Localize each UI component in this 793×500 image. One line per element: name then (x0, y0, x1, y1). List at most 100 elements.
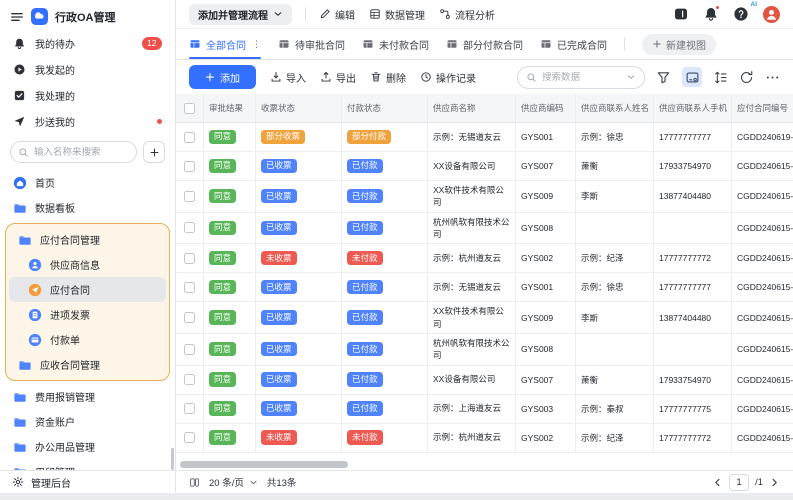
view-tab[interactable]: 部分付款合同 (446, 29, 523, 59)
sidebar-nav-item[interactable]: 应付合同 (9, 277, 166, 302)
prev-page-icon[interactable] (712, 477, 723, 488)
topbar-action-edit[interactable]: 编辑 (319, 7, 355, 22)
table-row[interactable]: 同意未收票未付款示例：杭州道友云GYS002示例：纪泽17777777772CG… (176, 244, 793, 273)
row-checkbox[interactable] (184, 432, 195, 443)
sidebar-search-box[interactable] (10, 141, 137, 163)
toolbar-action-log[interactable]: 操作记录 (420, 70, 476, 85)
sidebar-nav-item[interactable]: 办公用品管理 (0, 434, 175, 459)
phone-value: 13877404480 (659, 191, 711, 201)
row-checkbox[interactable] (184, 374, 195, 385)
sidebar-nav-item[interactable]: 应付合同管理 (9, 227, 166, 252)
toolbar-action-delete[interactable]: 删除 (370, 70, 406, 85)
sidebar-search-input[interactable] (34, 147, 129, 158)
next-page-icon[interactable] (769, 477, 780, 488)
sidebar-nav-item[interactable]: 资金账户 (0, 409, 175, 434)
chevron-down-icon[interactable] (626, 72, 636, 82)
sidebar-nav-item[interactable]: 供应商信息 (9, 252, 166, 277)
supplier-value: XX软件技术有限公司 (433, 184, 510, 209)
folder-icon (13, 390, 27, 404)
approval-status-tag: 同意 (209, 159, 236, 173)
column-header: 供应商编码 (516, 94, 576, 123)
table-row[interactable]: 同意已收票已付款XX软件技术有限公司GYS009李斯13877404480CGD… (176, 181, 793, 213)
current-page-box[interactable]: 1 (729, 474, 749, 491)
toolbar-action-label: 操作记录 (436, 70, 476, 85)
payment-status-cell: 已付款 (342, 181, 428, 213)
select-all-checkbox[interactable] (184, 103, 195, 114)
new-view-button[interactable]: 新建视图 (642, 34, 716, 55)
phone-value: 17777777775 (659, 404, 711, 414)
sidebar-nav-item[interactable]: 数据看板 (0, 195, 175, 220)
sidebar-nav-item[interactable]: 费用报销管理 (0, 384, 175, 409)
table-row[interactable]: 同意部分收票部分付款示例：无锡道友云GYS001示例：徐忠17777777777… (176, 123, 793, 152)
view-tab[interactable]: 未付款合同 (362, 29, 429, 59)
toolbar-action-import[interactable]: 导入 (270, 70, 306, 85)
invoice-status-tag: 已收票 (261, 280, 297, 294)
toolbar-action-export[interactable]: 导出 (320, 70, 356, 85)
sidebar-nav-item[interactable]: 付款单 (9, 327, 166, 352)
row-height-icon[interactable] (713, 70, 728, 85)
contact-value: 萧衡 (581, 160, 598, 172)
view-tab[interactable]: 全部合同⋮ (189, 29, 261, 59)
row-checkbox[interactable] (184, 312, 195, 323)
sidebar-nav-item[interactable]: 用印管理 (0, 459, 175, 470)
pager-controls: 1 /1 (712, 474, 780, 491)
contact-cell: 李斯 (576, 181, 654, 213)
hamburger-icon[interactable] (10, 10, 24, 24)
phone-value: 17777777777 (659, 282, 711, 292)
card-view-icon[interactable] (682, 67, 702, 87)
topbar-action-data-manage[interactable]: 数据管理 (369, 7, 425, 22)
row-checkbox[interactable] (184, 191, 195, 202)
row-checkbox[interactable] (184, 344, 195, 355)
sidebar-quick-item[interactable]: 我处理的 (0, 82, 175, 108)
table-row[interactable]: 同意已收票已付款杭州帆软有限技术公司GYS008CGDD240615-09 (176, 213, 793, 245)
panel-toggle-icon[interactable] (673, 6, 689, 22)
row-checkbox[interactable] (184, 253, 195, 264)
code-value: GYS008 (521, 344, 553, 354)
filter-funnel-icon[interactable] (656, 70, 671, 85)
more-options-icon[interactable] (765, 70, 780, 85)
table-search-input[interactable] (542, 72, 621, 83)
sidebar-quick-item[interactable]: 我的待办12 (0, 30, 175, 56)
admin-backend-item[interactable]: 管理后台 (0, 470, 175, 493)
table-row[interactable]: 同意已收票已付款XX设备有限公司GYS007萧衡17933754970CGDD2… (176, 152, 793, 181)
flow-manage-button[interactable]: 添加并管理流程 (189, 4, 292, 25)
sidebar-quick-item[interactable]: 抄送我的 (0, 108, 175, 134)
table-row[interactable]: 同意未收票未付款示例：杭州道友云GYS002示例：纪泽17777777772CG… (176, 424, 793, 453)
phone-cell: 17777777772 (654, 244, 732, 273)
tab-menu-icon[interactable]: ⋮ (252, 39, 261, 50)
add-record-button[interactable]: 添加 (189, 65, 256, 89)
table-search-box[interactable] (517, 66, 645, 89)
add-nav-button[interactable] (143, 141, 165, 163)
topbar-action-flow-analysis[interactable]: 流程分析 (439, 7, 495, 22)
row-checkbox[interactable] (184, 222, 195, 233)
sidebar-nav-item[interactable]: 进项发票 (9, 302, 166, 327)
phone-value: 17933754970 (659, 161, 711, 171)
horizontal-scrollbar[interactable] (180, 461, 348, 468)
sidebar-quick-item[interactable]: 我发起的 (0, 56, 175, 82)
sidebar-nav-item[interactable]: 首页 (0, 170, 175, 195)
table-row[interactable]: 同意已收票已付款杭州帆软有限技术公司GYS008CGDD240615-05 (176, 334, 793, 366)
sidebar-nav-label: 费用报销管理 (35, 389, 95, 404)
sidebar-nav-label: 付款单 (50, 332, 80, 347)
approval-status-tag: 同意 (209, 251, 236, 265)
view-tab[interactable]: 待审批合同 (278, 29, 345, 59)
table-row[interactable]: 同意已收票已付款示例：上海道友云GYS003示例：秦叔17777777775CG… (176, 395, 793, 424)
refresh-icon[interactable] (739, 70, 754, 85)
row-checkbox[interactable] (184, 161, 195, 172)
user-avatar[interactable] (763, 6, 780, 23)
help-icon[interactable]: AI (733, 6, 749, 22)
view-tab[interactable]: 已完成合同 (540, 29, 607, 59)
table-row[interactable]: 同意已收票已付款XX软件技术有限公司GYS009李斯13877404480CGD… (176, 302, 793, 334)
page-size-selector[interactable]: 20 条/页 (209, 475, 258, 489)
sidebar-scrollbar[interactable] (171, 448, 174, 470)
table-row[interactable]: 同意已收票已付款XX设备有限公司GYS007萧衡17933754970CGDD2… (176, 366, 793, 395)
row-checkbox[interactable] (184, 403, 195, 414)
code-value: GYS007 (521, 161, 553, 171)
sidebar-nav-item[interactable]: 应收合同管理 (9, 352, 166, 377)
invoice-status-tag: 未收票 (261, 251, 297, 265)
notification-bell-icon[interactable] (703, 6, 719, 22)
row-checkbox[interactable] (184, 132, 195, 143)
table-row[interactable]: 同意已收票已付款示例：无锡道友云GYS001示例：徐忠17777777777CG… (176, 273, 793, 302)
contract-cell: CGDD240615-08 (732, 244, 793, 273)
row-checkbox[interactable] (184, 282, 195, 293)
